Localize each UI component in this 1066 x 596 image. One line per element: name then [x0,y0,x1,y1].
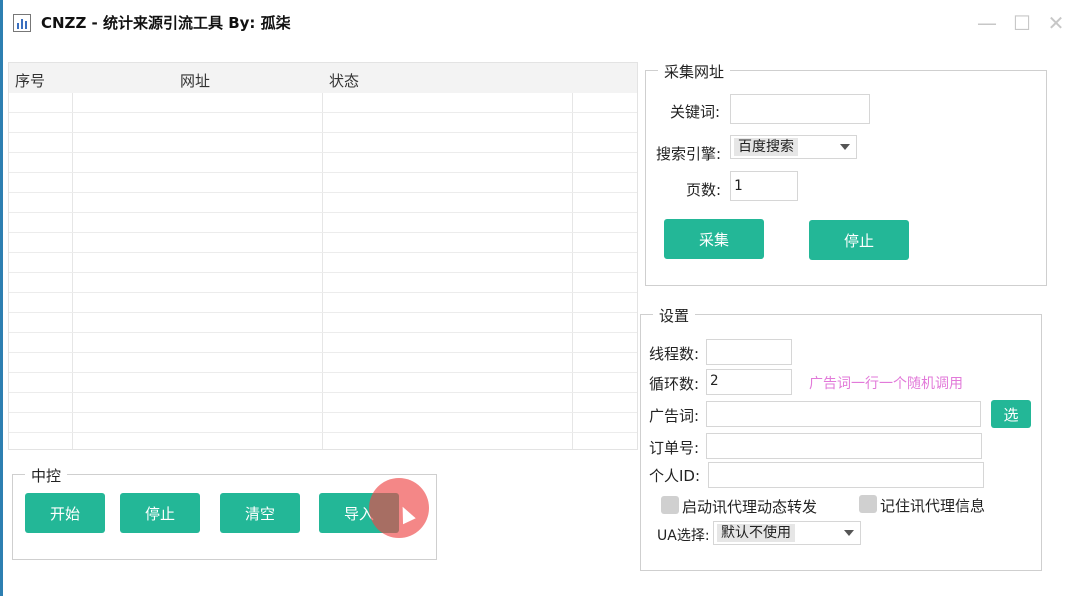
threads-input[interactable] [706,339,792,365]
collect-button[interactable]: 采集 [664,219,764,259]
engine-select[interactable]: 百度搜索 [730,135,857,159]
minimize-icon[interactable]: — [976,12,998,34]
ad-label: 广告词: [649,407,700,425]
engine-label: 搜索引擎: [656,145,722,163]
url-table[interactable]: 序号 网址 状态 [8,62,638,450]
table-row [9,313,637,333]
ua-select[interactable]: 默认不使用 [713,521,861,545]
ad-hint-text: 广告词一行一个随机调用 [809,376,963,392]
table-row [9,213,637,233]
table-row [9,233,637,253]
stop-button[interactable]: 停止 [120,493,200,533]
order-label: 订单号: [649,439,700,457]
bar-chart-icon [13,14,31,32]
proxy-checkbox[interactable] [661,496,679,514]
table-row [9,133,637,153]
control-group-title: 中控 [25,465,68,486]
proxy-checkbox-label[interactable]: 启动讯代理动态转发 [682,496,817,517]
column-header-url[interactable]: 网址 [180,70,210,91]
personal-id-label: 个人ID: [649,467,701,485]
pages-input[interactable]: 1 [730,171,798,201]
collect-url-group: 采集网址 关键词: 搜索引擎: 百度搜索 页数: 1 采集 停止 [645,61,1047,286]
close-icon[interactable]: ✕ [1045,12,1066,34]
collect-stop-button[interactable]: 停止 [809,220,909,260]
table-row [9,173,637,193]
ua-selected-value: 默认不使用 [717,524,795,542]
start-button[interactable]: 开始 [25,493,105,533]
table-row [9,373,637,393]
chevron-down-icon [844,530,854,536]
clear-button[interactable]: 清空 [220,493,300,533]
table-header: 序号 网址 状态 [9,63,637,93]
table-row [9,253,637,273]
engine-selected-value: 百度搜索 [734,138,798,156]
ua-label: UA选择: [657,528,710,544]
title-bar: CNZZ - 统计来源引流工具 By: 孤柒 — ☐ ✕ [3,0,1066,44]
main-window: CNZZ - 统计来源引流工具 By: 孤柒 — ☐ ✕ 序号 网址 状态 中控… [0,0,1066,596]
table-row [9,333,637,353]
remember-checkbox-label[interactable]: 记住讯代理信息 [880,495,985,516]
table-row [9,293,637,313]
settings-group-title: 设置 [653,305,696,326]
ad-select-button[interactable]: 选择 [991,400,1031,452]
keyword-label: 关键词: [670,103,721,121]
window-title: CNZZ - 统计来源引流工具 By: 孤柒 [41,14,291,32]
table-row [9,113,637,133]
maximize-icon[interactable]: ☐ [1011,12,1033,34]
table-row [9,353,637,373]
chevron-down-icon [840,144,850,150]
table-row [9,153,637,173]
pages-label: 页数: [686,181,722,199]
threads-label: 线程数: [649,345,700,363]
loops-label: 循环数: [649,375,700,393]
personal-id-input[interactable] [708,462,984,488]
collect-group-title: 采集网址 [658,61,731,82]
table-row [9,193,637,213]
column-header-status[interactable]: 状态 [329,70,359,91]
remember-checkbox[interactable] [859,495,877,513]
table-row [9,433,637,449]
order-input[interactable] [706,433,982,459]
loops-input[interactable]: 2 [706,369,792,395]
table-row [9,93,637,113]
table-row [9,393,637,413]
column-header-index[interactable]: 序号 [15,70,45,91]
keyword-input[interactable] [730,94,870,124]
table-row [9,273,637,293]
ad-input[interactable] [706,401,981,427]
table-row [9,413,637,433]
settings-group: 设置 线程数: 循环数: 2 广告词一行一个随机调用 广告词: 选择 订单号: … [640,305,1042,571]
